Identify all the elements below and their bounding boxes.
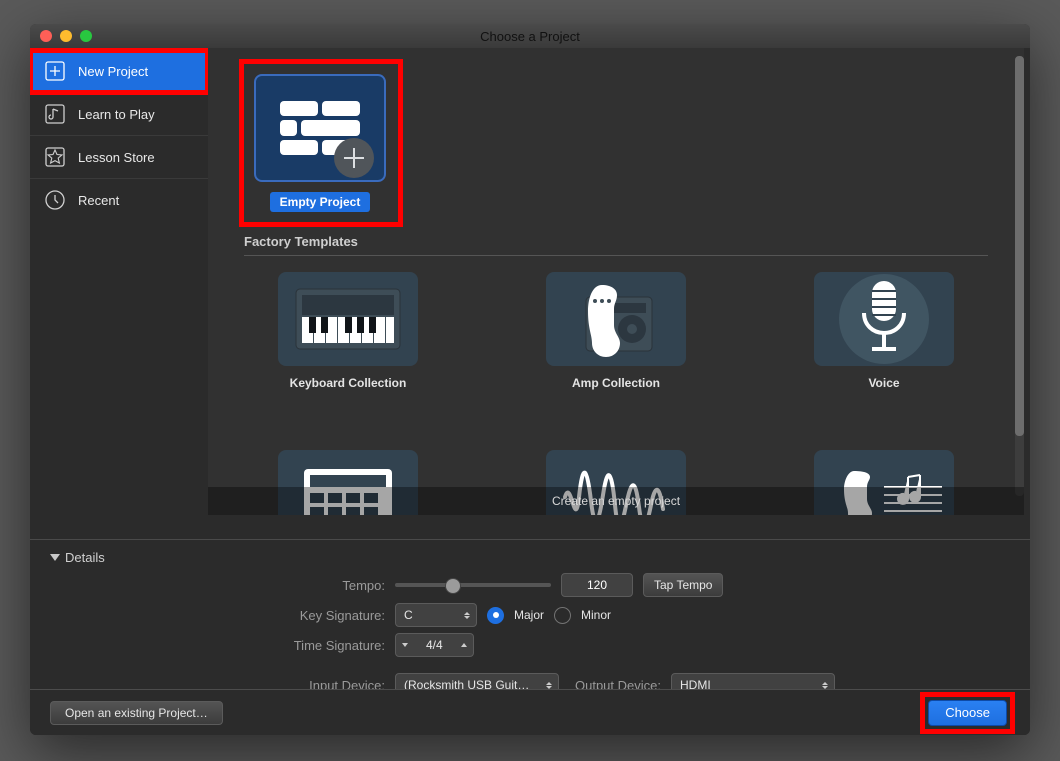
time-signature-value: 4/4 <box>414 638 455 652</box>
tempo-label: Tempo: <box>50 578 385 593</box>
mode-major-label: Major <box>514 608 544 622</box>
sidebar-item-learn-to-play[interactable]: Learn to Play <box>30 93 208 136</box>
tempo-slider-thumb[interactable] <box>445 578 461 594</box>
template-label: Keyboard Collection <box>290 376 407 390</box>
amp-icon <box>562 279 670 359</box>
factory-templates-header: Factory Templates <box>244 234 988 256</box>
mode-minor-label: Minor <box>581 608 611 622</box>
template-amp-collection[interactable]: Amp Collection <box>512 272 720 390</box>
sidebar-item-label: Lesson Store <box>78 150 155 165</box>
tap-tempo-button[interactable]: Tap Tempo <box>643 573 723 597</box>
key-signature-label: Key Signature: <box>50 608 385 623</box>
learn-icon <box>44 103 66 125</box>
details-disclosure[interactable]: Details <box>50 550 1010 565</box>
key-signature-select[interactable]: C <box>395 603 477 627</box>
sidebar-item-label: Recent <box>78 193 119 208</box>
window-title: Choose a Project <box>30 29 1030 44</box>
template-voice[interactable]: Voice <box>780 272 988 390</box>
choose-button[interactable]: Choose <box>928 700 1007 726</box>
sidebar-item-new-project[interactable]: New Project <box>30 50 208 93</box>
template-keyboard-collection[interactable]: Keyboard Collection <box>244 272 452 390</box>
keyboard-icon <box>294 287 402 351</box>
recent-icon <box>44 189 66 211</box>
hint-bar: Create an empty project <box>208 487 1024 515</box>
titlebar: Choose a Project <box>30 24 1030 48</box>
mode-major-radio[interactable] <box>487 607 504 624</box>
time-signature-label: Time Signature: <box>50 638 385 653</box>
details-panel: Details Tempo: 120 Tap Tempo Key Signatu… <box>30 539 1030 690</box>
scrollbar-thumb[interactable] <box>1015 56 1024 436</box>
sidebar-item-label: Learn to Play <box>78 107 155 122</box>
plus-icon <box>334 138 374 178</box>
select-arrows-icon <box>546 682 552 689</box>
store-icon <box>44 146 66 168</box>
time-signature-stepper[interactable]: 4/4 <box>395 633 474 657</box>
template-gallery: Empty Project Factory Templates Keyboard… <box>208 48 1024 515</box>
stepper-down-button[interactable] <box>396 634 414 656</box>
sidebar-item-recent[interactable]: Recent <box>30 179 208 221</box>
project-chooser-window: Choose a Project New Project <box>30 24 1030 735</box>
empty-project-tile[interactable]: Empty Project <box>244 64 398 222</box>
new-project-icon <box>44 60 66 82</box>
details-label: Details <box>65 550 105 565</box>
open-existing-project-button[interactable]: Open an existing Project… <box>50 701 223 725</box>
template-label: Voice <box>868 376 899 390</box>
hint-text: Create an empty project <box>552 494 680 508</box>
mode-minor-radio[interactable] <box>554 607 571 624</box>
template-label: Amp Collection <box>572 376 660 390</box>
disclosure-triangle-icon <box>50 554 60 561</box>
stepper-up-button[interactable] <box>455 634 473 656</box>
sidebar-item-lesson-store[interactable]: Lesson Store <box>30 136 208 179</box>
tempo-value-field[interactable]: 120 <box>561 573 633 597</box>
mic-icon <box>854 277 914 361</box>
footer-bar: Open an existing Project… Choose <box>30 689 1030 735</box>
select-arrows-icon <box>464 612 470 619</box>
empty-project-label: Empty Project <box>270 192 371 212</box>
sidebar-item-label: New Project <box>78 64 148 79</box>
tempo-slider[interactable] <box>395 583 551 587</box>
select-arrows-icon <box>822 682 828 689</box>
